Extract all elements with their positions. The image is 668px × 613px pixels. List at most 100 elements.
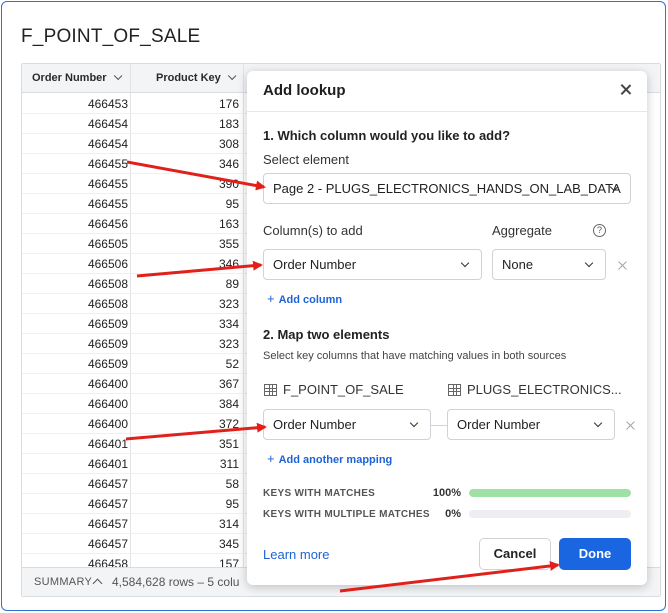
table-row[interactable]: 466456 163 <box>22 214 247 234</box>
cell-product-key: 384 <box>218 397 239 411</box>
add-column-link[interactable]: + Add column <box>267 291 342 306</box>
cell-order-number: 466401 <box>87 437 128 451</box>
cell-order-number: 466509 <box>87 357 128 371</box>
table-row[interactable]: 466400 372 <box>22 414 247 434</box>
table-row[interactable]: 466401 311 <box>22 454 247 474</box>
cell-product-key: 390 <box>218 177 239 191</box>
table-row[interactable]: 466505 355 <box>22 234 247 254</box>
table-row[interactable]: 466506 346 <box>22 254 247 274</box>
add-mapping-link[interactable]: + Add another mapping <box>267 451 392 466</box>
source-left-name: F_POINT_OF_SALE <box>283 382 404 397</box>
table-row[interactable]: 466454 308 <box>22 134 247 154</box>
keys-with-matches-pct: 100% <box>432 487 461 499</box>
table-row[interactable]: 466400 367 <box>22 374 247 394</box>
cell-product-key: 52 <box>225 357 239 371</box>
page-title: F_POINT_OF_SALE <box>21 26 201 47</box>
select-element-label: Select element <box>263 152 349 167</box>
table-row[interactable]: 466455 346 <box>22 154 247 174</box>
summary-label[interactable]: SUMMARY <box>34 568 92 596</box>
column-header-label: Order Number <box>32 72 107 84</box>
mapping-connector <box>431 425 447 426</box>
cell-order-number: 466508 <box>87 277 128 291</box>
cell-order-number: 466455 <box>87 197 128 211</box>
keys-with-matches-bar <box>469 489 631 497</box>
map-right-dropdown[interactable]: Order Number <box>447 409 615 440</box>
cell-order-number: 466456 <box>87 217 128 231</box>
cell-order-number: 466401 <box>87 457 128 471</box>
aggregate-label: Aggregate <box>492 223 552 238</box>
table-row[interactable]: 466509 334 <box>22 314 247 334</box>
table-row[interactable]: 466400 384 <box>22 394 247 414</box>
cell-order-number: 466455 <box>87 177 128 191</box>
cell-order-number: 466457 <box>87 517 128 531</box>
table-row[interactable]: 466457 345 <box>22 534 247 554</box>
cell-product-key: 311 <box>219 457 239 471</box>
help-icon[interactable]: ? <box>593 224 606 237</box>
step2-description: Select key columns that have matching va… <box>263 350 567 362</box>
cell-product-key: 323 <box>218 337 239 351</box>
keys-with-matches-fill <box>469 489 631 497</box>
cell-order-number: 466505 <box>87 237 128 251</box>
column-header-order-number[interactable]: Order Number <box>32 64 122 93</box>
table-row[interactable]: 466508 89 <box>22 274 247 294</box>
select-element-value: Page 2 - PLUGS_ELECTRONICS_HANDS_ON_LAB_… <box>273 181 621 196</box>
cell-product-key: 308 <box>218 137 239 151</box>
table-row[interactable]: 466457 58 <box>22 474 247 494</box>
table-row[interactable]: 466508 323 <box>22 294 247 314</box>
step2-heading: 2. Map two elements <box>263 327 390 342</box>
cell-product-key: 176 <box>218 97 239 111</box>
cell-order-number: 466454 <box>87 137 128 151</box>
add-column-label: Add column <box>278 294 343 306</box>
cell-order-number: 466457 <box>87 477 128 491</box>
cell-product-key: 372 <box>218 417 239 431</box>
done-button[interactable]: Done <box>559 538 631 570</box>
column-header-product-key[interactable]: Product Key <box>156 64 237 93</box>
table-row[interactable]: 466455 95 <box>22 194 247 214</box>
table-row[interactable]: 466401 351 <box>22 434 247 454</box>
aggregate-value: None <box>502 257 534 272</box>
keys-multiple-matches-pct: 0% <box>445 508 461 520</box>
map-left-value: Order Number <box>273 417 357 432</box>
column-header-label: Product Key <box>156 72 221 84</box>
keys-multiple-matches-label: KEYS WITH MULTIPLE MATCHES <box>263 509 430 520</box>
aggregate-dropdown[interactable]: None <box>492 249 606 280</box>
chevron-down-icon <box>409 418 419 428</box>
column-to-add-value: Order Number <box>273 257 357 272</box>
table-row[interactable]: 466455 390 <box>22 174 247 194</box>
select-element-dropdown[interactable]: Page 2 - PLUGS_ELECTRONICS_HANDS_ON_LAB_… <box>263 173 631 204</box>
cell-order-number: 466457 <box>87 537 128 551</box>
cell-order-number: 466400 <box>87 397 128 411</box>
chevron-down-icon[interactable] <box>113 71 122 81</box>
table-row[interactable]: 466454 183 <box>22 114 247 134</box>
chevron-down-icon <box>593 418 603 428</box>
cell-order-number: 466457 <box>87 497 128 511</box>
remove-column-icon[interactable] <box>617 260 628 271</box>
table-row[interactable]: 466509 52 <box>22 354 247 374</box>
column-to-add-dropdown[interactable]: Order Number <box>263 249 482 280</box>
close-icon[interactable] <box>619 83 633 97</box>
table-row[interactable]: 466453 176 <box>22 94 247 114</box>
table-row[interactable]: 466509 323 <box>22 334 247 354</box>
cell-order-number: 466509 <box>87 337 128 351</box>
map-left-dropdown[interactable]: Order Number <box>263 409 431 440</box>
dialog-title: Add lookup <box>263 82 346 99</box>
cell-order-number: 466400 <box>87 417 128 431</box>
chevron-up-icon[interactable] <box>92 578 103 589</box>
cell-order-number: 466455 <box>87 157 128 171</box>
chevron-down-icon[interactable] <box>227 71 237 81</box>
cell-product-key: 355 <box>218 237 239 251</box>
learn-more-link[interactable]: Learn more <box>263 547 329 562</box>
remove-mapping-icon[interactable] <box>625 420 636 431</box>
keys-multiple-matches-bar <box>469 510 631 518</box>
cell-order-number: 466400 <box>87 377 128 391</box>
cell-product-key: 346 <box>218 257 239 271</box>
cell-order-number: 466454 <box>87 117 128 131</box>
cell-product-key: 367 <box>218 377 239 391</box>
cancel-button[interactable]: Cancel <box>479 538 551 570</box>
table-row[interactable]: 466457 95 <box>22 494 247 514</box>
cell-product-key: 334 <box>218 317 239 331</box>
cell-order-number: 466508 <box>87 297 128 311</box>
map-right-value: Order Number <box>457 417 541 432</box>
table-row[interactable]: 466457 314 <box>22 514 247 534</box>
table-icon <box>448 384 461 396</box>
